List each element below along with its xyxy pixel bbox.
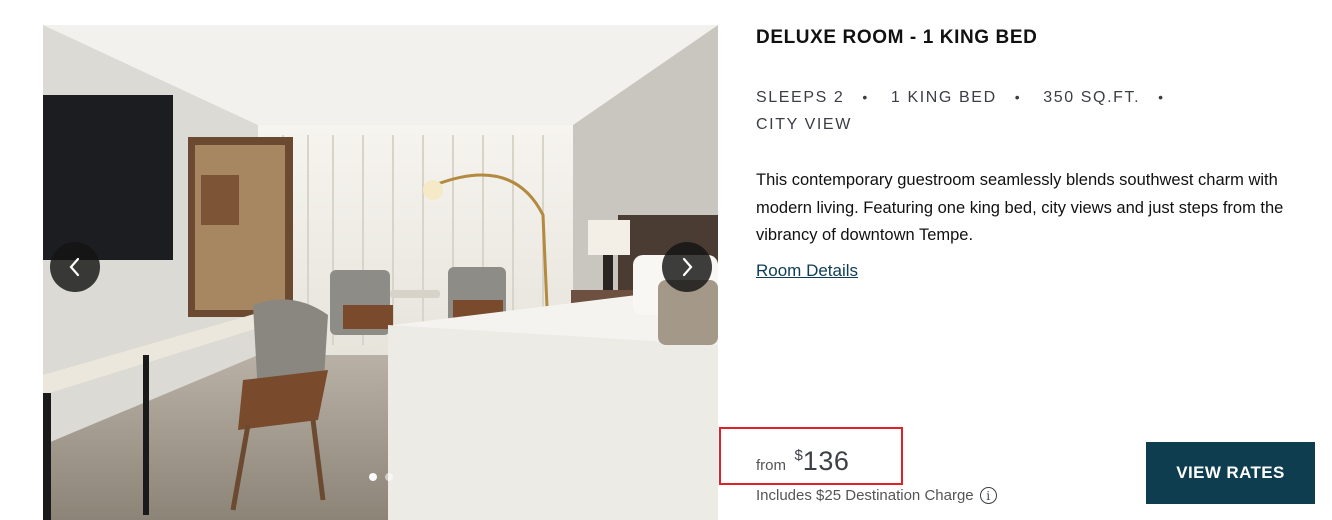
carousel-dot[interactable] bbox=[368, 473, 377, 481]
feature-separator: • bbox=[1014, 89, 1022, 105]
destination-charge-text: Includes $25 Destination Charge bbox=[756, 487, 974, 504]
chevron-right-icon bbox=[682, 257, 693, 277]
destination-charge-note: Includes $25 Destination Charge i bbox=[756, 487, 997, 504]
feature-separator: • bbox=[862, 89, 869, 105]
chevron-left-icon bbox=[69, 257, 80, 277]
carousel-prev-button[interactable] bbox=[50, 242, 100, 292]
carousel-next-button[interactable] bbox=[662, 242, 712, 292]
price-display: from $136 bbox=[756, 446, 849, 477]
price-currency: $ bbox=[794, 447, 803, 464]
carousel-dot[interactable] bbox=[384, 473, 393, 481]
feature-separator: • bbox=[1158, 89, 1165, 105]
room-photo bbox=[43, 25, 718, 520]
room-description: This contemporary guestroom seamlessly b… bbox=[756, 171, 1284, 244]
feature-sleeps: SLEEPS 2 bbox=[756, 89, 845, 106]
feature-size: 350 SQ.FT. bbox=[1043, 89, 1141, 106]
feature-view: CITY VIEW bbox=[756, 116, 852, 133]
room-details-link[interactable]: Room Details bbox=[756, 261, 858, 281]
price-from-label: from bbox=[756, 457, 786, 474]
feature-bed: 1 KING BED bbox=[890, 89, 997, 106]
room-title: DELUXE ROOM - 1 KING BED bbox=[756, 27, 1038, 48]
room-image-carousel[interactable] bbox=[43, 25, 718, 520]
room-features: SLEEPS 2 • 1 KING BED • 350 SQ.FT. • CITY VIEW bbox=[756, 84, 1276, 138]
price-amount: 136 bbox=[802, 446, 850, 476]
carousel-indicators bbox=[43, 473, 718, 481]
info-icon[interactable]: i bbox=[979, 487, 997, 504]
view-rates-button[interactable]: VIEW RATES bbox=[1146, 442, 1315, 504]
